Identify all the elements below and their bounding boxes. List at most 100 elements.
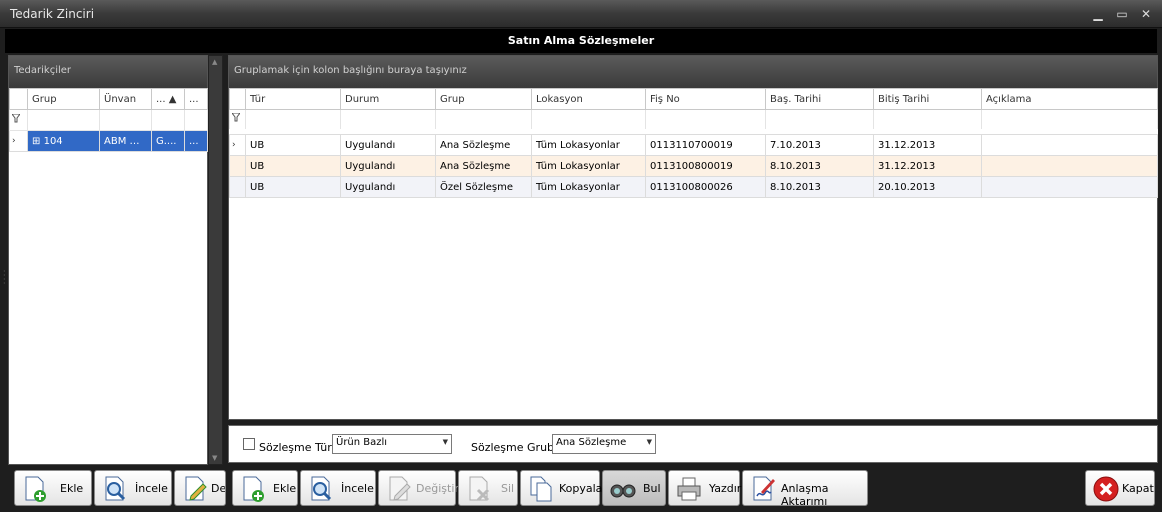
filter-cell[interactable] <box>340 109 436 131</box>
bas-tarihi-cell[interactable]: 8.10.2013 <box>765 155 874 177</box>
column-header-grup[interactable]: Grup <box>27 88 100 110</box>
table-row[interactable]: › ⊞ 104 ABM GI... G.... ... <box>9 130 208 152</box>
aciklama-cell[interactable] <box>981 134 1158 156</box>
filter-cell[interactable] <box>245 109 341 131</box>
grup-cell[interactable]: Ana Sözleşme <box>435 134 532 156</box>
contract-group-select[interactable]: Ana Sözleşme ▼ <box>552 434 656 454</box>
filter-cell[interactable] <box>981 109 1158 131</box>
close-button[interactable]: Kapat <box>1085 470 1155 506</box>
suppliers-panel-title: Tedarikçiler <box>9 56 207 88</box>
column-header-more[interactable]: ... <box>184 88 208 110</box>
vertical-scrollbar[interactable]: ▲ ▼ <box>208 55 223 465</box>
column-header-bas-tarihi[interactable]: Baş. Tarihi <box>765 88 874 110</box>
copy-label: Kopyala <box>559 482 603 495</box>
bitis-tarihi-cell[interactable]: 31.12.2013 <box>873 134 982 156</box>
filter-cell[interactable] <box>99 109 152 131</box>
aciklama-cell[interactable] <box>981 176 1158 198</box>
copy-button[interactable]: Kopyala <box>520 470 603 506</box>
durum-cell[interactable]: Uygulandı <box>340 134 436 156</box>
column-header-durum[interactable]: Durum <box>340 88 436 110</box>
lokasyon-cell[interactable]: Tüm Lokasyonlar <box>531 134 646 156</box>
grup-cell[interactable]: Özel Sözleşme <box>435 176 532 198</box>
left-add-label: Ekle <box>60 482 84 495</box>
suppliers-panel: Tedarikçiler Grup Ünvan ... ▲ ... › ⊞ 10… <box>8 55 208 465</box>
column-header-fis-no[interactable]: Fiş No <box>645 88 766 110</box>
fis-no-cell[interactable]: 0113110700019 <box>645 134 766 156</box>
table-row[interactable]: › UB Uygulandı Ana Sözleşme Tüm Lokasyon… <box>229 134 1158 156</box>
add-document-icon <box>243 476 264 502</box>
delete-button[interactable]: Sil <box>458 470 518 506</box>
tur-cell[interactable]: UB <box>245 176 341 198</box>
bas-tarihi-cell[interactable]: 7.10.2013 <box>765 134 874 156</box>
title-bar: Tedarik Zinciri ▁ ▭ ✕ <box>0 0 1162 28</box>
restore-button[interactable]: ▭ <box>1113 6 1131 22</box>
edit-button[interactable]: Değiştir <box>378 470 459 506</box>
page-title: Satın Alma Sözleşmeler <box>5 29 1157 53</box>
print-button[interactable]: Yazdır <box>668 470 741 506</box>
chevron-down-icon[interactable]: ▼ <box>443 438 448 446</box>
column-header-sorted[interactable]: ... ▲ <box>151 88 185 110</box>
filter-cell[interactable] <box>531 109 646 131</box>
column-header-aciklama[interactable]: Açıklama <box>981 88 1158 110</box>
lokasyon-cell[interactable]: Tüm Lokasyonlar <box>531 155 646 177</box>
grup-cell[interactable]: Ana Sözleşme <box>435 155 532 177</box>
add-button[interactable]: Ekle <box>232 470 298 506</box>
filter-cell[interactable] <box>435 109 532 131</box>
grup-cell[interactable]: ⊞ 104 <box>27 130 100 152</box>
bitis-tarihi-cell[interactable]: 31.12.2013 <box>873 155 982 177</box>
splitter-grip[interactable]: · · · · <box>3 268 6 288</box>
add-label: Ekle <box>273 482 297 495</box>
contract-type-checkbox[interactable] <box>243 438 255 450</box>
bitis-tarihi-cell[interactable]: 20.10.2013 <box>873 176 982 198</box>
close-label: Kapat <box>1122 482 1154 495</box>
left-edit-button[interactable]: De <box>174 470 226 506</box>
printer-icon <box>677 477 701 501</box>
column-header-grup[interactable]: Grup <box>435 88 532 110</box>
col3-cell[interactable]: G.... <box>151 130 185 152</box>
lokasyon-cell[interactable]: Tüm Lokasyonlar <box>531 176 646 198</box>
durum-cell[interactable]: Uygulandı <box>340 176 436 198</box>
agreement-transfer-button[interactable]: Anlaşma Aktarımı <box>742 470 868 508</box>
column-header-unvan[interactable]: Ünvan <box>99 88 152 110</box>
filter-cell[interactable] <box>184 109 208 131</box>
chevron-down-icon[interactable]: ▼ <box>647 438 652 446</box>
filter-cell[interactable] <box>645 109 766 131</box>
column-header-lokasyon[interactable]: Lokasyon <box>531 88 646 110</box>
contract-type-value: Ürün Bazlı <box>336 437 388 448</box>
signature-document-icon <box>753 476 775 501</box>
column-header-tur[interactable]: Tür <box>245 88 341 110</box>
left-view-button[interactable]: İncele <box>94 470 172 506</box>
left-add-button[interactable]: Ekle <box>14 470 92 506</box>
row-indicator-header <box>9 88 28 110</box>
scroll-down-icon[interactable]: ▼ <box>212 454 217 462</box>
column-header-bitis-tarihi[interactable]: Bitiş Tarihi <box>873 88 982 110</box>
tur-cell[interactable]: UB <box>245 155 341 177</box>
unvan-cell[interactable]: ABM GI... <box>99 130 152 152</box>
filter-cell[interactable] <box>27 109 100 131</box>
durum-cell[interactable]: Uygulandı <box>340 155 436 177</box>
scroll-up-icon[interactable]: ▲ <box>212 58 217 66</box>
edit-label: Değiştir <box>416 482 459 495</box>
fis-no-cell[interactable]: 0113100800026 <box>645 176 766 198</box>
filter-cell[interactable] <box>765 109 874 131</box>
table-row[interactable]: UB Uygulandı Özel Sözleşme Tüm Lokasyonl… <box>229 176 1158 198</box>
fis-no-cell[interactable]: 0113100800019 <box>645 155 766 177</box>
bas-tarihi-cell[interactable]: 8.10.2013 <box>765 176 874 198</box>
contract-type-select[interactable]: Ürün Bazlı ▼ <box>332 434 452 454</box>
find-button[interactable]: Bul <box>602 470 666 506</box>
contracts-grid: Tür Durum Grup Lokasyon Fiş No Baş. Tari… <box>229 88 1158 198</box>
minimize-button[interactable]: ▁ <box>1089 6 1107 22</box>
filter-cell[interactable] <box>151 109 185 131</box>
aciklama-cell[interactable] <box>981 155 1158 177</box>
group-by-hint[interactable]: Gruplamak için kolon başlığını buraya ta… <box>229 56 1157 88</box>
close-window-button[interactable]: ✕ <box>1137 6 1155 22</box>
funnel-icon[interactable] <box>9 109 28 131</box>
funnel-icon[interactable] <box>229 109 246 131</box>
edit-document-icon <box>389 476 411 501</box>
filter-cell[interactable] <box>873 109 982 131</box>
expand-icon[interactable]: ⊞ <box>32 136 40 147</box>
view-button[interactable]: İncele <box>300 470 376 506</box>
tur-cell[interactable]: UB <box>245 134 341 156</box>
col4-cell[interactable]: ... <box>184 130 208 152</box>
table-row[interactable]: UB Uygulandı Ana Sözleşme Tüm Lokasyonla… <box>229 155 1158 177</box>
